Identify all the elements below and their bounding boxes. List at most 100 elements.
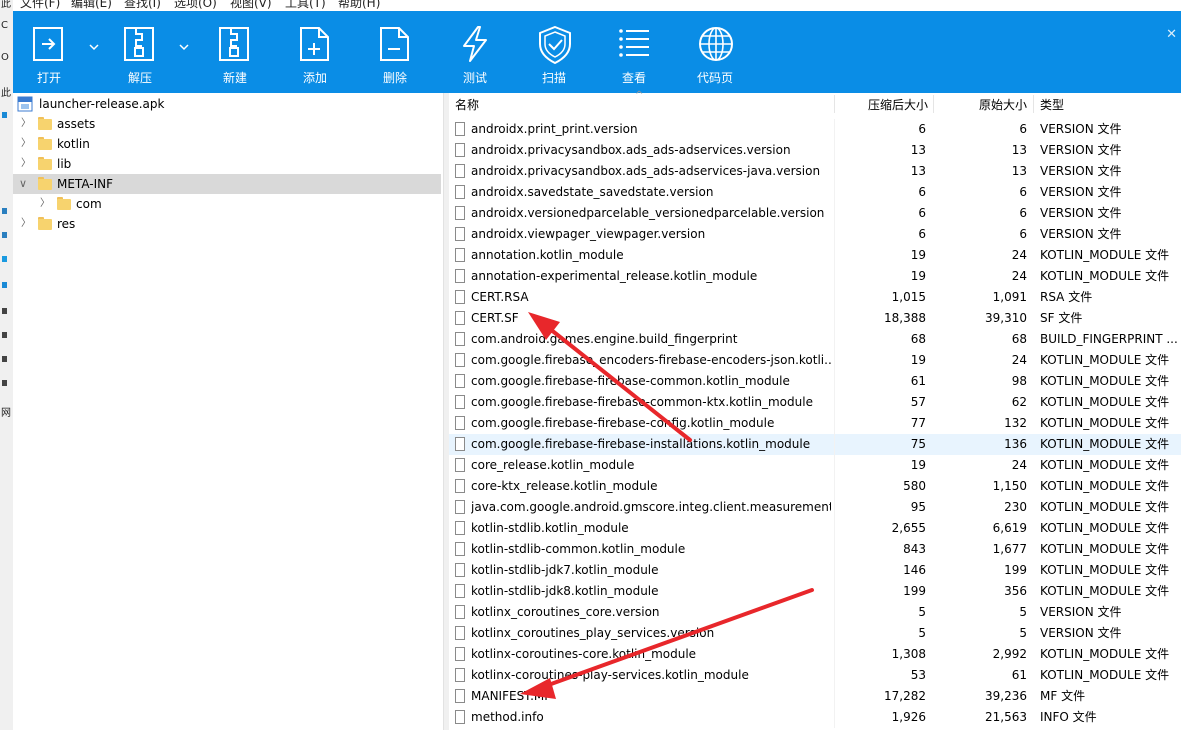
menu-help[interactable]: 帮助(H) <box>338 0 380 11</box>
tree-node-meta-inf[interactable]: ∨ META-INF <box>13 174 441 194</box>
table-row[interactable]: androidx.privacysandbox.ads_ads-adservic… <box>449 140 1181 161</box>
chevron-right-icon[interactable]: 〉 <box>21 114 31 134</box>
chevron-right-icon[interactable]: 〉 <box>21 134 31 154</box>
file-icon <box>455 710 465 724</box>
chevron-down-icon[interactable]: ∨ <box>19 174 29 194</box>
table-row[interactable]: MANIFEST.MF 17,282 39,236 MF 文件 <box>449 686 1181 707</box>
extract-button[interactable]: 解压 <box>109 11 171 93</box>
chevron-right-icon[interactable]: 〉 <box>21 214 31 234</box>
table-row[interactable]: core_release.kotlin_module 19 24 KOTLIN_MOD… <box>449 455 1181 476</box>
table-row[interactable]: kotlin-stdlib-common.kotlin_module 843 1,6… <box>449 539 1181 560</box>
table-row[interactable]: androidx.print_print.version 6 6 VERSION 文件 <box>449 119 1181 140</box>
compressed-size: 13 <box>910 143 926 157</box>
test-button[interactable]: 测试 <box>444 11 506 93</box>
column-divider[interactable] <box>1033 95 1034 113</box>
tree-node-lib[interactable]: 〉 lib <box>13 154 441 174</box>
compressed-size: 17,282 <box>884 689 926 703</box>
compressed-size: 843 <box>903 542 926 556</box>
file-icon <box>455 689 465 703</box>
table-row[interactable]: kotlin-stdlib-jdk8.kotlin_module 199 356 KO… <box>449 581 1181 602</box>
table-row[interactable]: com.android.games.engine.build_fingerpri… <box>449 329 1181 350</box>
chevron-right-icon[interactable]: 〉 <box>40 194 50 214</box>
file-list: ^ 名称 压缩后大小 原始大小 类型 androidx.print_print.… <box>449 90 1181 730</box>
column-gap <box>834 455 835 476</box>
tree-node-com[interactable]: 〉 com <box>13 194 441 214</box>
file-icon <box>455 437 465 451</box>
compressed-size: 1,308 <box>891 647 926 661</box>
table-row[interactable]: com.google.firebase-firebase-config.kotl… <box>449 413 1181 434</box>
table-row[interactable]: androidx.versionedparcelable_versionedpa… <box>449 203 1181 224</box>
toolbar: 打开 解压 新建 添加 删除 测试 扫描 查看 代码页 ✕ <box>13 11 1181 93</box>
open-button[interactable]: 打开 <box>18 11 80 93</box>
new-button[interactable]: 新建 <box>204 11 266 93</box>
original-size: 1,150 <box>992 479 1027 493</box>
compressed-size: 6 <box>918 206 926 220</box>
strip-mark <box>2 208 7 214</box>
table-row[interactable]: method.info 1,926 21,563 INFO 文件 <box>449 707 1181 728</box>
open-label: 打开 <box>36 71 61 85</box>
table-row[interactable]: com.google.firebase-firebase-installatio… <box>449 434 1181 455</box>
table-row[interactable]: com.google.firebase-firebase-common.kotl… <box>449 371 1181 392</box>
table-row[interactable]: CERT.RSA 1,015 1,091 RSA 文件 <box>449 287 1181 308</box>
column-divider[interactable] <box>834 95 835 113</box>
file-name: kotlinx_coroutines_core.version <box>471 605 660 619</box>
tree-node-label: META-INF <box>57 177 114 191</box>
tree-node-assets[interactable]: 〉 assets <box>13 114 441 134</box>
column-compressed-size[interactable]: 压缩后大小 <box>841 93 928 115</box>
tree-node-label: res <box>57 217 76 231</box>
original-size: 39,236 <box>985 689 1027 703</box>
menu-file[interactable]: 文件(F) <box>20 0 60 11</box>
table-row[interactable]: annotation.kotlin_module 19 24 KOTLIN_MODUL… <box>449 245 1181 266</box>
tree-root[interactable]: launcher-release.apk <box>17 94 437 114</box>
open-icon <box>33 27 63 61</box>
tree-node-kotlin[interactable]: 〉 kotlin <box>13 134 441 154</box>
table-row[interactable]: java.com.google.android.gmscore.integ.cl… <box>449 497 1181 518</box>
column-type[interactable]: 类型 <box>1040 93 1064 115</box>
table-row[interactable]: core-ktx_release.kotlin_module 580 1,150 KO… <box>449 476 1181 497</box>
table-row[interactable]: annotation-experimental_release.kotlin_m… <box>449 266 1181 287</box>
extract-dropdown[interactable] <box>178 40 192 52</box>
view-button[interactable]: 查看 <box>603 11 665 93</box>
file-name: androidx.privacysandbox.ads_ads-adservic… <box>471 143 791 157</box>
column-divider[interactable] <box>933 95 934 113</box>
compressed-size: 6 <box>918 227 926 241</box>
table-row[interactable]: androidx.privacysandbox.ads_ads-adservic… <box>449 161 1181 182</box>
file-type: KOTLIN_MODULE 文件 <box>1040 374 1170 388</box>
column-gap <box>834 224 835 245</box>
view-label: 查看 <box>621 71 646 85</box>
chevron-right-icon[interactable]: 〉 <box>21 154 31 174</box>
menu-options[interactable]: 选项(O) <box>174 0 217 11</box>
table-row[interactable]: com.google.firebase_encoders-firebase-en… <box>449 350 1181 371</box>
table-row[interactable]: kotlinx-coroutines-play-services.kotlin_… <box>449 665 1181 686</box>
column-name[interactable]: 名称 <box>455 93 479 115</box>
menu-view[interactable]: 视图(V) <box>230 0 272 11</box>
close-icon[interactable]: ✕ <box>1166 27 1177 42</box>
open-dropdown[interactable] <box>88 40 102 52</box>
file-icon <box>455 521 465 535</box>
menu-edit[interactable]: 编辑(E) <box>71 0 112 11</box>
codepage-button[interactable]: 代码页 <box>684 11 746 93</box>
tree-node-res[interactable]: 〉 res <box>13 214 441 234</box>
table-row[interactable]: kotlin-stdlib-jdk7.kotlin_module 146 199 KO… <box>449 560 1181 581</box>
table-row[interactable]: kotlinx-coroutines-core.kotlin_module 1,3… <box>449 644 1181 665</box>
scan-button[interactable]: 扫描 <box>523 11 585 93</box>
table-row[interactable]: kotlinx_coroutines_core.version 5 5 VERSION… <box>449 602 1181 623</box>
table-row[interactable]: CERT.SF 18,388 39,310 SF 文件 <box>449 308 1181 329</box>
original-size: 98 <box>1011 374 1027 388</box>
table-row[interactable]: androidx.viewpager_viewpager.version 6 6 VE… <box>449 224 1181 245</box>
menu-find[interactable]: 查找(I) <box>124 0 161 11</box>
delete-button[interactable]: 删除 <box>364 11 426 93</box>
menu-tools[interactable]: 工具(T) <box>285 0 326 11</box>
file-type: MF 文件 <box>1040 689 1086 703</box>
add-button[interactable]: 添加 <box>284 11 346 93</box>
column-original-size[interactable]: 原始大小 <box>939 93 1027 115</box>
new-label: 新建 <box>222 71 247 85</box>
table-row[interactable]: com.google.firebase-firebase-common-ktx.… <box>449 392 1181 413</box>
original-size: 13 <box>1011 143 1027 157</box>
table-row[interactable]: kotlin-stdlib.kotlin_module 2,655 6,619 KOT… <box>449 518 1181 539</box>
table-row[interactable]: androidx.savedstate_savedstate.version 6 6… <box>449 182 1181 203</box>
table-row[interactable]: kotlinx_coroutines_play_services.version… <box>449 623 1181 644</box>
original-size: 6,619 <box>992 521 1027 535</box>
compressed-size: 6 <box>918 185 926 199</box>
file-type: SF 文件 <box>1040 311 1083 325</box>
